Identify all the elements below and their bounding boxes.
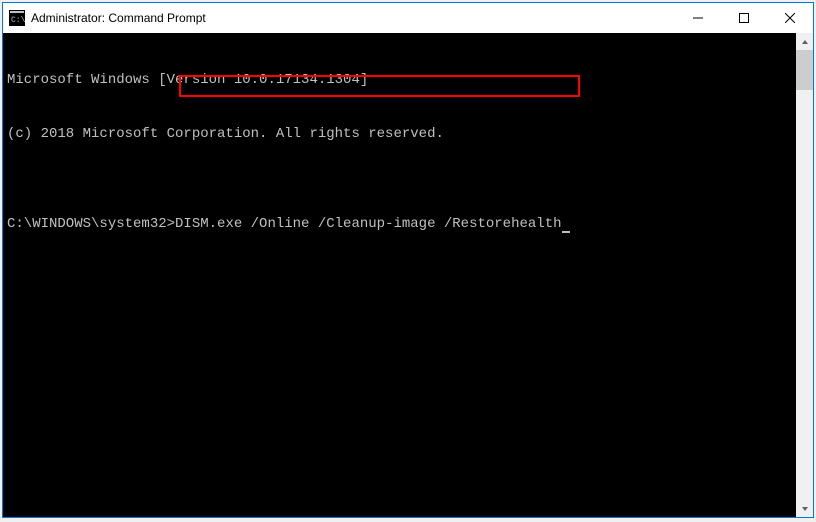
window-controls xyxy=(675,3,813,33)
minimize-button[interactable] xyxy=(675,3,721,33)
terminal-prompt: C:\WINDOWS\system32> xyxy=(7,216,175,232)
titlebar[interactable]: C:\ Administrator: Command Prompt xyxy=(3,3,813,33)
window-title: Administrator: Command Prompt xyxy=(31,11,675,25)
vertical-scrollbar[interactable] xyxy=(796,33,813,517)
scrollbar-up-button[interactable] xyxy=(796,33,813,50)
scrollbar-down-button[interactable] xyxy=(796,500,813,517)
command-prompt-window: C:\ Administrator: Command Prompt Micros… xyxy=(2,2,814,518)
terminal-line: (c) 2018 Microsoft Corporation. All righ… xyxy=(7,125,792,143)
terminal-prompt-line: C:\WINDOWS\system32>DISM.exe /Online /Cl… xyxy=(7,215,792,233)
scrollbar-thumb[interactable] xyxy=(796,50,813,90)
terminal-command: DISM.exe /Online /Cleanup-image /Restore… xyxy=(175,216,561,232)
content-area: Microsoft Windows [Version 10.0.17134.13… xyxy=(3,33,813,517)
svg-text:C:\: C:\ xyxy=(11,16,25,25)
scrollbar-track[interactable] xyxy=(796,50,813,500)
close-button[interactable] xyxy=(767,3,813,33)
terminal-output[interactable]: Microsoft Windows [Version 10.0.17134.13… xyxy=(3,33,796,517)
maximize-button[interactable] xyxy=(721,3,767,33)
cmd-icon: C:\ xyxy=(9,10,25,26)
terminal-cursor xyxy=(562,231,570,233)
terminal-line: Microsoft Windows [Version 10.0.17134.13… xyxy=(7,71,792,89)
